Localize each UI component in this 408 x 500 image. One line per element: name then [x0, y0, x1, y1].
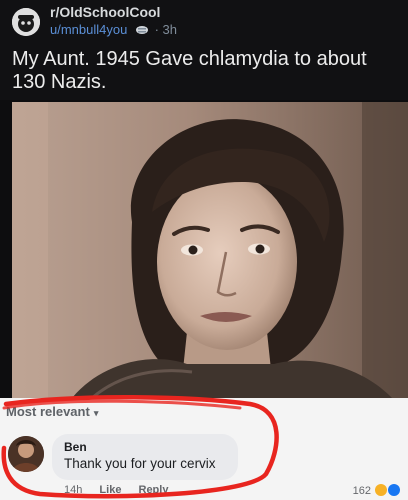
post-age: 3h [162, 22, 178, 37]
reaction-count: 162 [352, 485, 371, 497]
meta-separator: · [154, 22, 159, 37]
post-image[interactable] [12, 102, 408, 398]
comment-sort-dropdown[interactable]: Most relevant ▾ [6, 404, 98, 419]
comment-text: Thank you for your cervix [64, 456, 216, 471]
comment-time[interactable]: 14h [64, 484, 82, 496]
post-title[interactable]: My Aunt. 1945 Gave chlamydia to about 13… [12, 48, 402, 94]
sort-label-text: Most relevant [6, 404, 90, 419]
reddit-post-header: r/OldSchoolCool u/mnbull4you · 3h My Aun… [0, 0, 408, 100]
comment-bubble[interactable]: Ben Thank you for your cervix [52, 434, 238, 480]
avatar[interactable] [8, 436, 44, 472]
user-flair-icon [135, 26, 148, 34]
like-reaction-icon [388, 484, 400, 496]
subreddit-avatar-icon[interactable] [12, 8, 40, 36]
reaction-summary[interactable]: 162 [353, 484, 400, 497]
subreddit-name[interactable]: r/OldSchoolCool [50, 4, 160, 20]
comment-actions: 14h Like Reply [64, 484, 182, 496]
chevron-down-icon: ▾ [93, 408, 99, 418]
post-author[interactable]: u/mnbull4you [50, 22, 127, 37]
reply-button[interactable]: Reply [139, 484, 169, 496]
comments-section: Most relevant ▾ Ben Thank you for your ce… [0, 398, 408, 500]
like-button[interactable]: Like [99, 484, 121, 496]
post-meta: u/mnbull4you · 3h [50, 22, 177, 37]
haha-reaction-icon [375, 484, 387, 496]
comment-author[interactable]: Ben [64, 440, 87, 454]
